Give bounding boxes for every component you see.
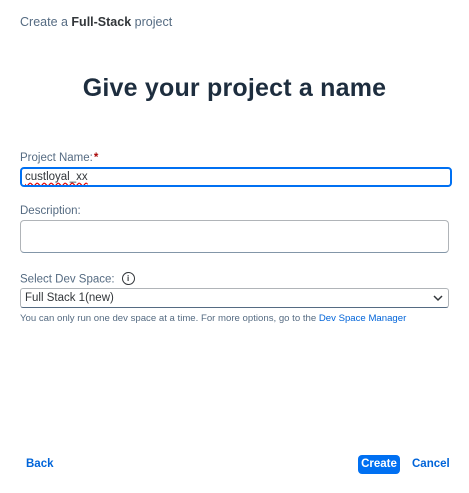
chevron-down-icon <box>433 295 443 302</box>
project-name-label: Project Name:* <box>20 152 98 164</box>
cancel-button[interactable]: Cancel <box>412 458 450 470</box>
dev-space-select[interactable]: Full Stack 1(new) <box>20 288 449 308</box>
dev-space-hint-text: You can only run one dev space at a time… <box>20 313 319 324</box>
back-button[interactable]: Back <box>26 458 54 470</box>
page-title: Give your project a name <box>82 74 387 102</box>
dev-space-label-text: Select Dev Space: <box>20 273 115 286</box>
wizard-header: Create a Full-Stack project <box>20 15 172 29</box>
description-textarea[interactable] <box>20 220 449 253</box>
project-name-label-text: Project Name: <box>20 152 93 164</box>
project-name-input[interactable] <box>20 167 452 187</box>
info-icon[interactable]: i <box>121 272 135 285</box>
dev-space-manager-link[interactable]: Dev Space Manager <box>319 313 406 324</box>
required-marker: * <box>93 152 99 164</box>
header-suffix: project <box>131 15 173 29</box>
header-project-type: Full-Stack <box>71 15 132 29</box>
header-prefix: Create a <box>20 15 72 29</box>
description-label: Description: <box>20 205 81 217</box>
create-button[interactable]: Create <box>358 455 400 474</box>
dev-space-selected-value: Full Stack 1(new) <box>25 292 114 304</box>
dev-space-hint: You can only run one dev space at a time… <box>20 313 406 324</box>
dev-space-label: Select Dev Space: i <box>20 272 135 286</box>
